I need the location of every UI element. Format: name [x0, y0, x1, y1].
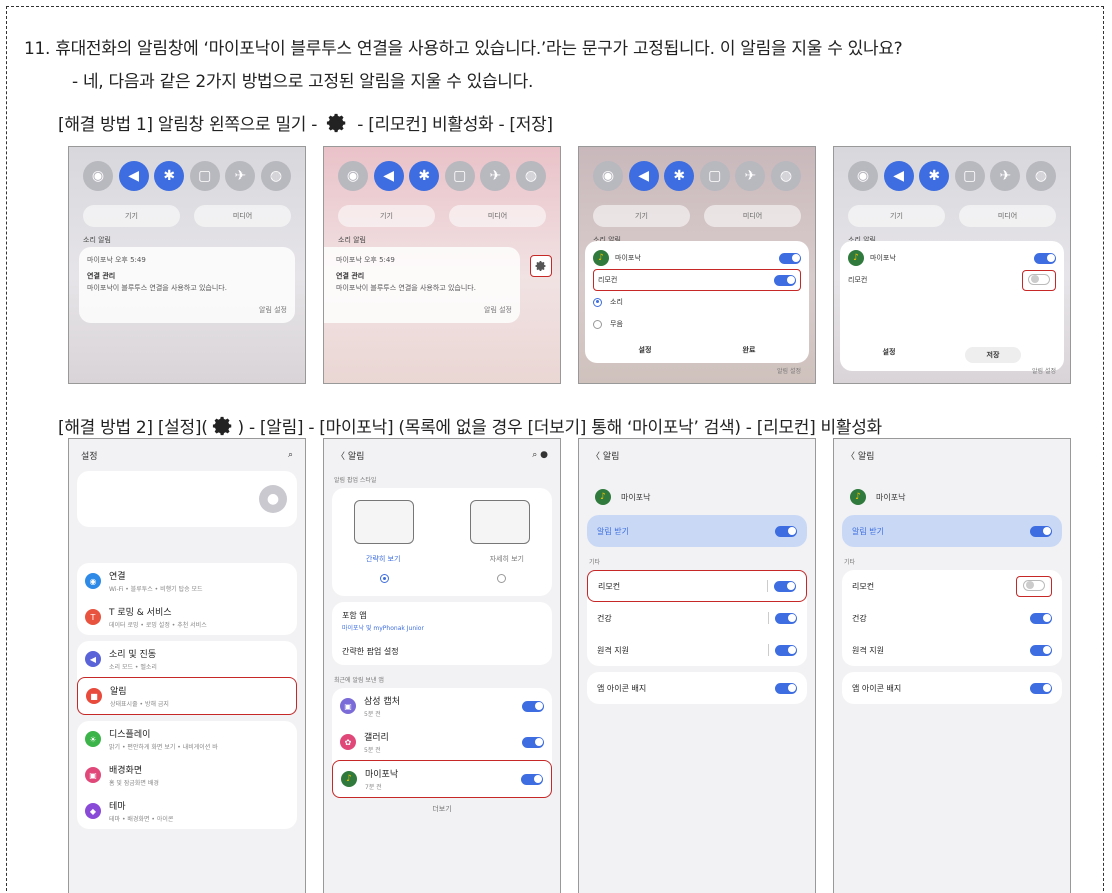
- app-row-myphonak[interactable]: ♪ 마이포낙 7분 전: [332, 760, 552, 798]
- myphonak-app-icon: ♪: [595, 489, 611, 505]
- myphonak-app-icon: ♪: [341, 771, 357, 787]
- gallery-icon: ✿: [340, 734, 356, 750]
- remote-row: 리모컨: [842, 570, 1062, 602]
- notification-options-popup: ♪ 마이포낙 리모컨 소리 무음 설정 완료: [585, 241, 809, 363]
- settings-item-notifications[interactable]: ■ 알림 상태표시줄 • 방해 금지: [77, 677, 297, 715]
- myphonak-app-icon: ♪: [848, 250, 864, 266]
- sound-radio[interactable]: [593, 297, 602, 307]
- app-row-capture[interactable]: ▣ 삼성 캡처 5분 전: [332, 688, 552, 724]
- remote-row: 리모컨: [587, 570, 807, 602]
- swiped-notification-card[interactable]: 마이포낙 오후 5:49 연결 관리 마이포낙이 블루투스 연결을 사용하고 있…: [324, 247, 520, 323]
- save-button[interactable]: 저장: [964, 347, 1022, 363]
- gear-icon: [212, 416, 231, 436]
- gear-icon: [327, 113, 346, 133]
- notification-card[interactable]: 마이포낙 오후 5:49 연결 관리 마이포낙이 블루투스 연결을 사용하고 있…: [79, 247, 295, 323]
- settings-item-connections[interactable]: ◉ 연결 Wi-Fi • 블루투스 • 비행기 탑승 모드: [77, 563, 297, 599]
- done-button[interactable]: 완료: [743, 345, 756, 355]
- screenshot-remote-disabled: ◉ ◀ ✱ ▢ ✈ ◍ 기기 미디어 소리 알림 ♪ 마이포낙 리모컨 설정 저장 알림 설정: [833, 146, 1071, 384]
- remote-toggle-off[interactable]: [1023, 579, 1045, 591]
- app-toggle[interactable]: [779, 252, 801, 264]
- mute-radio[interactable]: [593, 319, 602, 329]
- search-icon[interactable]: ⌕: [532, 450, 537, 460]
- capture-icon: ▣: [340, 698, 356, 714]
- app-toggle[interactable]: [1034, 252, 1056, 264]
- remote-toggle[interactable]: [774, 274, 796, 286]
- roaming-icon: T: [85, 609, 101, 625]
- screenshot-app-notifications-remote-off: 〈 알림 ♪ 마이포낙 알림 받기 기타 리모컨 건강 원격 지원 앱 아이콘 배…: [833, 438, 1071, 893]
- theme-icon: ◆: [85, 803, 101, 819]
- screenshot-notification-options: ◉ ◀ ✱ ▢ ✈ ◍ 기기 미디어 소리 알림 ♪ 마이포낙 리모컨 소리 무음 설정 완료 …: [578, 146, 816, 384]
- app-row-gallery[interactable]: ✿ 갤러리 5분 전: [332, 724, 552, 760]
- settings-item-theme[interactable]: ◆ 테마 테마 • 배경화면 • 아이콘: [77, 793, 297, 829]
- search-icon[interactable]: ⌕: [288, 450, 293, 460]
- screenshot-swiped-notification: ◉ ◀ ✱ ▢ ✈ ◍ 기기 미디어 소리 알림 마이포낙 오후 5:49 연결 관리 마이…: [323, 146, 561, 384]
- myphonak-app-icon: ♪: [850, 489, 866, 505]
- sound-icon: ◀: [85, 651, 101, 667]
- solution-1-text: [해결 방법 1] 알림창 왼쪽으로 밀기 - - [리모컨] 비활성화 - […: [58, 110, 553, 135]
- detail-radio[interactable]: [497, 574, 506, 583]
- screenshot-notification-panel: ◉ ◀ ✱ ▢ ✈ ◍ 기기 미디어 소리 알림 마이포낙 오후 5:49 연결 관리 마이…: [68, 146, 306, 384]
- more-button[interactable]: 더보기: [324, 804, 560, 814]
- receive-toggle[interactable]: [775, 525, 797, 537]
- brief-radio[interactable]: [380, 574, 389, 583]
- screenshot-app-notifications: 〈 알림 ♪ 마이포낙 알림 받기 기타 리모컨 건강 원격 지원 앱 아이콘 배…: [578, 438, 816, 893]
- back-icon[interactable]: 〈: [846, 452, 855, 462]
- solution-2-text: [해결 방법 2] [설정]() - [알림] - [마이포낙] (목록에 없을…: [58, 413, 882, 438]
- notification-options-popup-save: ♪ 마이포낙 리모컨 설정 저장: [840, 241, 1064, 371]
- wallpaper-icon: ▣: [85, 767, 101, 783]
- settings-item-roaming[interactable]: TT 로밍 & 서비스 데이터 로밍 • 로밍 설정 • 추천 서비스: [77, 599, 297, 635]
- settings-button[interactable]: 설정: [883, 347, 896, 363]
- remote-toggle-off[interactable]: [1028, 273, 1050, 285]
- settings-title: 설정: [81, 451, 98, 462]
- settings-item-sound[interactable]: ◀ 소리 및 진동 소리 모드 • 벨소리: [77, 641, 297, 677]
- answer-text: - 네, 다음과 같은 2가지 방법으로 고정된 알림을 지울 수 있습니다.: [72, 72, 534, 92]
- notification-gear-button[interactable]: [530, 255, 552, 277]
- receive-toggle[interactable]: [1030, 525, 1052, 537]
- gear-icon: [535, 261, 546, 271]
- settings-item-display[interactable]: ☀ 디스플레이 밝기 • 편안하게 화면 보기 • 내비게이션 바: [77, 721, 297, 757]
- display-icon: ☀: [85, 731, 101, 747]
- bell-icon: ■: [86, 688, 102, 704]
- myphonak-app-icon: ♪: [593, 250, 609, 266]
- screenshot-settings: 설정 ⌕ ● ◉ 연결 Wi-Fi • 블루투스 • 비행기 탑승 모드 TT 로밍 …: [68, 438, 306, 893]
- settings-button[interactable]: 설정: [639, 345, 652, 355]
- question-text: 11. 휴대전화의 알림창에 ‘마이포낙이 블루투스 연결을 사용하고 있습니다…: [24, 39, 903, 59]
- wifi-icon: ◉: [85, 573, 101, 589]
- screenshot-notifications: 〈 알림 ⌕ ● 알림 팝업 스타일 간략히 보기 자세히 보기 포함 앱 마이포…: [323, 438, 561, 893]
- back-icon[interactable]: 〈: [336, 452, 345, 462]
- settings-item-wallpaper[interactable]: ▣ 배경화면 홈 및 잠금화면 배경: [77, 757, 297, 793]
- info-icon[interactable]: ●: [540, 450, 548, 460]
- back-icon[interactable]: 〈: [591, 452, 600, 462]
- avatar[interactable]: ●: [259, 485, 287, 513]
